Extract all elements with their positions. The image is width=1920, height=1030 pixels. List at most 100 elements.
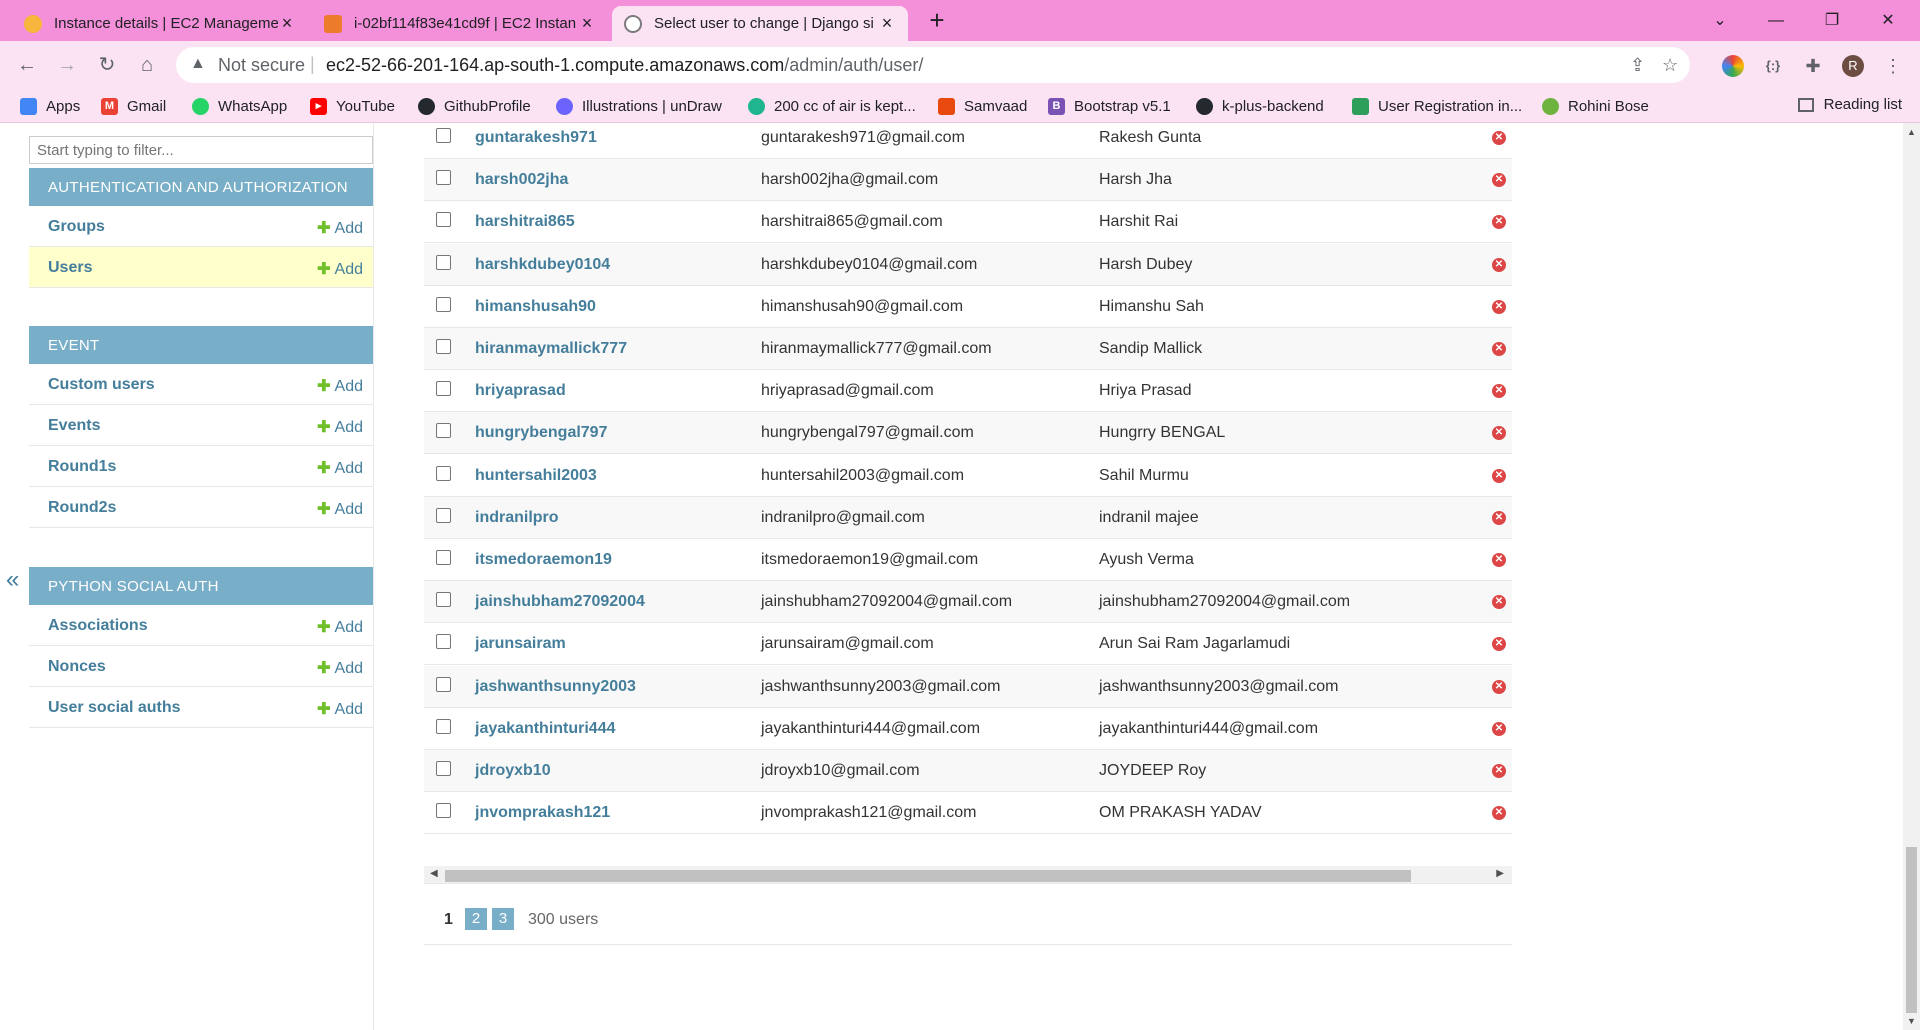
- model-link-round1s[interactable]: Round1s: [48, 458, 116, 476]
- scroll-right-arrow-icon[interactable]: ▶: [1496, 868, 1504, 879]
- username-link[interactable]: jashwanthsunny2003: [475, 678, 636, 696]
- share-icon[interactable]: ⇪: [1630, 55, 1645, 76]
- extensions-puzzle-icon[interactable]: ✚: [1802, 55, 1824, 77]
- row-select-checkbox[interactable]: [436, 381, 451, 397]
- model-link-groups[interactable]: Groups: [48, 218, 105, 236]
- add-users-link[interactable]: ✚ Add: [317, 259, 363, 279]
- profile-avatar[interactable]: R: [1842, 55, 1864, 77]
- username-link[interactable]: harshkdubey0104: [475, 256, 610, 274]
- back-icon[interactable]: ←: [12, 50, 42, 80]
- bookmark-user-registration[interactable]: User Registration in...: [1352, 96, 1522, 116]
- bookmark-samvaad[interactable]: Samvaad: [938, 96, 1027, 116]
- vertical-scroll-thumb[interactable]: [1906, 847, 1917, 1013]
- bookmark-rohini-bose[interactable]: Rohini Bose: [1542, 96, 1649, 116]
- row-select-checkbox[interactable]: [436, 212, 451, 228]
- username-link[interactable]: jdroyxb10: [475, 762, 551, 780]
- tab-ec2-instance-details[interactable]: Instance details | EC2 Manageme ×: [12, 6, 308, 41]
- username-link[interactable]: itsmedoraemon19: [475, 551, 612, 569]
- model-link-events[interactable]: Events: [48, 417, 100, 435]
- model-link-associations[interactable]: Associations: [48, 617, 148, 635]
- vertical-scrollbar[interactable]: ▲ ▼: [1903, 123, 1920, 1030]
- close-tab-icon[interactable]: ×: [878, 13, 896, 34]
- close-window-icon[interactable]: ✕: [1868, 6, 1908, 36]
- row-select-checkbox[interactable]: [436, 465, 451, 481]
- delete-icon[interactable]: ✕: [1492, 257, 1506, 272]
- home-icon[interactable]: ⌂: [132, 50, 162, 80]
- username-link[interactable]: jayakanthinturi444: [475, 720, 616, 738]
- bookmark-star-icon[interactable]: ☆: [1662, 55, 1678, 76]
- page-link-3[interactable]: 3: [492, 908, 514, 930]
- bookmark-youtube[interactable]: ▸ YouTube: [310, 96, 395, 116]
- bookmark-k-plus-backend[interactable]: k-plus-backend: [1196, 96, 1324, 116]
- bookmark-whatsapp[interactable]: WhatsApp: [192, 96, 287, 116]
- delete-icon[interactable]: ✕: [1492, 764, 1506, 778]
- username-link[interactable]: hiranmaymallick777: [475, 340, 627, 358]
- model-link-users[interactable]: Users: [48, 259, 92, 277]
- add-custom-users-link[interactable]: ✚ Add: [317, 376, 363, 396]
- username-link[interactable]: huntersahil2003: [475, 467, 597, 485]
- delete-icon[interactable]: ✕: [1492, 299, 1506, 314]
- bookmark-gmail[interactable]: M Gmail: [101, 96, 166, 116]
- address-bar[interactable]: ▲ Not secure | ec2-52-66-201-164.ap-sout…: [176, 47, 1690, 83]
- menu-kebab-icon[interactable]: ⋮: [1882, 55, 1904, 77]
- scroll-up-arrow-icon[interactable]: ▲: [1907, 127, 1916, 137]
- delete-icon[interactable]: ✕: [1492, 637, 1506, 652]
- model-link-user-social-auths[interactable]: User social auths: [48, 699, 181, 717]
- sidebar-filter-input[interactable]: [29, 136, 373, 164]
- username-link[interactable]: indranilpro: [475, 509, 559, 527]
- username-link[interactable]: harshitrai865: [475, 213, 575, 231]
- minimize-icon[interactable]: —: [1756, 6, 1796, 36]
- reload-icon[interactable]: ↻: [92, 50, 122, 80]
- row-select-checkbox[interactable]: [436, 592, 451, 608]
- row-select-checkbox[interactable]: [436, 550, 451, 565]
- warning-icon[interactable]: ▲: [190, 55, 206, 73]
- delete-icon[interactable]: ✕: [1492, 173, 1506, 188]
- add-round2s-link[interactable]: ✚ Add: [317, 499, 363, 519]
- add-associations-link[interactable]: ✚ Add: [317, 617, 363, 637]
- tab-ec2-instance[interactable]: i-02bf114f83e41cd9f | EC2 Instan ×: [312, 6, 608, 41]
- scroll-left-arrow-icon[interactable]: ◀: [430, 868, 438, 879]
- delete-icon[interactable]: ✕: [1492, 384, 1506, 399]
- page-link-2[interactable]: 2: [465, 908, 487, 930]
- delete-icon[interactable]: ✕: [1492, 342, 1506, 356]
- username-link[interactable]: jarunsairam: [475, 635, 566, 653]
- delete-icon[interactable]: ✕: [1492, 510, 1506, 525]
- bookmark-githubprofile[interactable]: GithubProfile: [418, 96, 531, 116]
- username-link[interactable]: jainshubham27092004: [475, 593, 645, 611]
- row-select-checkbox[interactable]: [436, 634, 451, 650]
- row-select-checkbox[interactable]: [436, 423, 451, 439]
- color-picker-extension-icon[interactable]: [1722, 55, 1744, 77]
- bookmark-undraw[interactable]: Illustrations | unDraw: [556, 96, 722, 116]
- module-social-auth-header[interactable]: PYTHON SOCIAL AUTH: [29, 567, 373, 605]
- bookmark-bootstrap[interactable]: B Bootstrap v5.1: [1048, 96, 1171, 116]
- module-auth-header[interactable]: AUTHENTICATION AND AUTHORIZATION: [29, 168, 373, 206]
- username-link[interactable]: jnvomprakash121: [475, 804, 610, 822]
- close-tab-icon[interactable]: ×: [578, 13, 596, 34]
- bookmark-apps[interactable]: Apps: [20, 96, 80, 116]
- delete-icon[interactable]: ✕: [1492, 679, 1506, 694]
- add-nonces-link[interactable]: ✚ Add: [317, 658, 363, 678]
- model-link-nonces[interactable]: Nonces: [48, 658, 106, 676]
- add-events-link[interactable]: ✚ Add: [317, 417, 363, 437]
- username-link[interactable]: hungrybengal797: [475, 424, 607, 442]
- username-link[interactable]: guntarakesh971: [475, 129, 597, 147]
- row-select-checkbox[interactable]: [436, 803, 451, 819]
- close-tab-icon[interactable]: ×: [278, 13, 296, 34]
- reading-list-button[interactable]: Reading list: [1797, 96, 1902, 113]
- delete-icon[interactable]: ✕: [1492, 595, 1506, 610]
- username-link[interactable]: himanshusah90: [475, 298, 596, 316]
- row-select-checkbox[interactable]: [436, 254, 451, 270]
- row-select-checkbox[interactable]: [436, 761, 451, 776]
- not-secure-label[interactable]: Not secure: [218, 55, 305, 76]
- row-select-checkbox[interactable]: [436, 718, 451, 734]
- add-user-social-auths-link[interactable]: ✚ Add: [317, 699, 363, 719]
- toggle-sidebar-button[interactable]: «: [6, 566, 19, 594]
- delete-icon[interactable]: ✕: [1492, 468, 1506, 483]
- forward-icon[interactable]: →: [52, 50, 82, 80]
- row-select-checkbox[interactable]: [436, 339, 451, 354]
- delete-icon[interactable]: ✕: [1492, 806, 1506, 821]
- row-select-checkbox[interactable]: [436, 296, 451, 312]
- model-link-round2s[interactable]: Round2s: [48, 499, 116, 517]
- username-link[interactable]: hriyaprasad: [475, 382, 566, 400]
- delete-icon[interactable]: ✕: [1492, 131, 1506, 145]
